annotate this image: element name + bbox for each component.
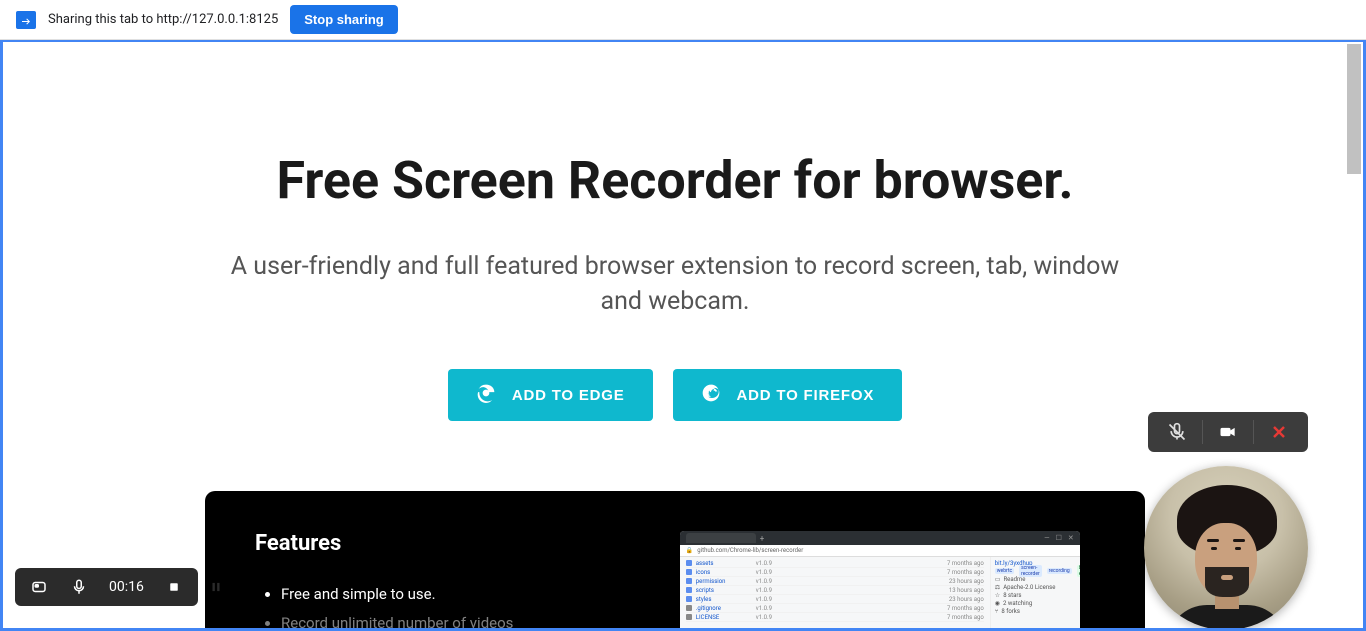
sharing-bar: Sharing this tab to http://127.0.0.1:812… xyxy=(0,0,1366,40)
webcam-toolbar xyxy=(1148,412,1308,452)
edge-icon xyxy=(476,383,496,407)
features-list: Free and simple to use. Record unlimited… xyxy=(255,580,625,631)
add-to-edge-button[interactable]: ADD TO EDGE xyxy=(448,369,653,421)
cta-row: ADD TO EDGE ADD TO FIREFOX xyxy=(3,369,1347,421)
features-card: Features Free and simple to use. Record … xyxy=(205,491,1145,631)
scrollbar-thumb[interactable] xyxy=(1347,44,1361,174)
close-webcam-button[interactable] xyxy=(1254,412,1304,452)
demo-url: github.com/Chrome-lib/screen-recorder xyxy=(697,547,803,554)
recording-time: 00:16 xyxy=(99,579,154,595)
feature-item: Free and simple to use. xyxy=(281,580,625,609)
camera-button[interactable] xyxy=(1203,412,1253,452)
firefox-icon xyxy=(701,383,721,407)
pause-recording-button[interactable] xyxy=(203,568,229,606)
sharing-text: Sharing this tab to http://127.0.0.1:812… xyxy=(48,12,278,27)
toggle-size-button[interactable] xyxy=(19,568,59,606)
webcam-preview[interactable] xyxy=(1144,466,1308,630)
feature-item: Record unlimited number of videos xyxy=(281,609,625,631)
mic-button[interactable] xyxy=(59,568,99,606)
add-to-firefox-button[interactable]: ADD TO FIREFOX xyxy=(673,369,903,421)
stop-sharing-button[interactable]: Stop sharing xyxy=(290,5,397,34)
recording-toolbar: 00:16 xyxy=(15,568,198,606)
stop-recording-button[interactable] xyxy=(154,568,194,606)
share-icon xyxy=(16,11,36,29)
features-title: Features xyxy=(255,531,625,556)
mic-mute-button[interactable] xyxy=(1152,412,1202,452)
add-to-edge-label: ADD TO EDGE xyxy=(512,387,625,404)
add-to-firefox-label: ADD TO FIREFOX xyxy=(737,387,875,404)
demo-screenshot: + —☐✕ 🔒github.com/Chrome-lib/screen-reco… xyxy=(680,531,1080,631)
hero-subtitle: A user-friendly and full featured browse… xyxy=(225,249,1125,319)
hero-title: Free Screen Recorder for browser. xyxy=(3,152,1347,209)
recorded-viewport: Free Screen Recorder for browser. A user… xyxy=(0,40,1366,631)
